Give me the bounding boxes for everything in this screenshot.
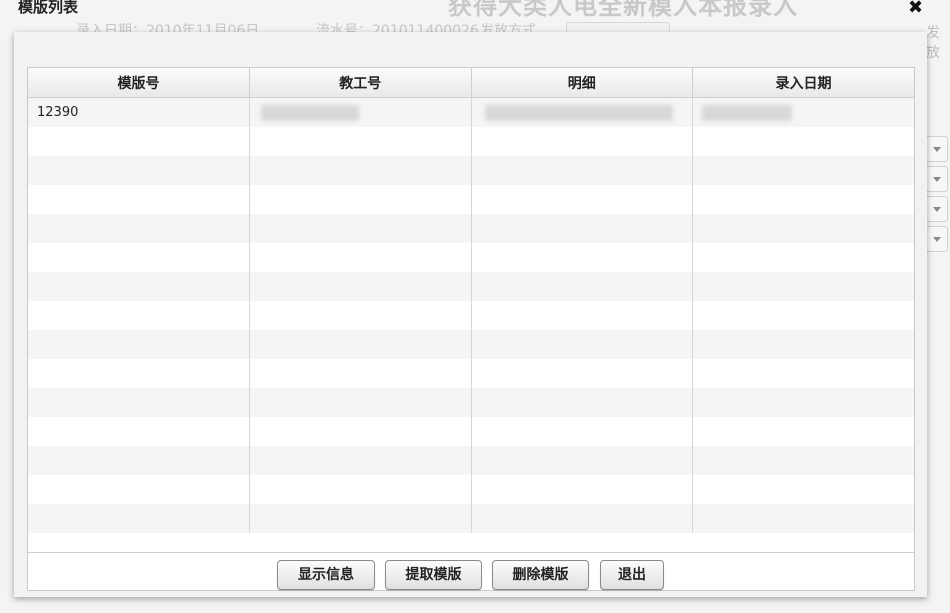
cell-staff-no [249, 214, 472, 243]
background-dropdown-3 [924, 196, 948, 222]
cell-staff-no [249, 127, 472, 156]
background-title: 获得大类人电全新模入本报录入 [448, 0, 798, 20]
column-header-entry-date[interactable]: 录入日期 [692, 68, 914, 98]
cell-template-no [28, 185, 250, 214]
cell-detail [471, 243, 693, 272]
cell-entry-date [693, 475, 915, 504]
template-table: 模版号 教工号 明细 录入日期 12390 [28, 68, 914, 533]
cell-entry-date [692, 446, 914, 475]
cell-staff-no [249, 301, 472, 330]
table-row-empty[interactable] [28, 359, 914, 388]
column-header-staff-no[interactable]: 教工号 [249, 68, 472, 98]
cell-entry-date [692, 97, 914, 127]
dialog-title: 模版列表 [18, 0, 79, 16]
table-row-empty[interactable] [28, 214, 914, 243]
cell-staff-no [249, 243, 472, 272]
cell-staff-no [249, 504, 472, 533]
background-dropdown-1 [924, 136, 948, 162]
table-row-empty[interactable] [28, 446, 914, 475]
cell-detail [471, 272, 693, 301]
cell-template-no [28, 359, 250, 388]
cell-detail [471, 156, 693, 185]
cell-staff-no [249, 359, 472, 388]
cell-template-no [28, 156, 250, 185]
cell-entry-date [693, 301, 915, 330]
background-divider [940, 55, 950, 85]
cell-detail [471, 97, 693, 127]
cell-detail [471, 301, 693, 330]
cell-staff-no [249, 156, 472, 185]
table-row-empty[interactable] [28, 127, 914, 156]
background-dropdown-4 [924, 226, 948, 252]
cell-detail [471, 475, 693, 504]
exit-button[interactable]: 退出 [600, 560, 664, 590]
template-grid: 模版号 教工号 明细 录入日期 12390 [28, 68, 914, 553]
table-row-empty[interactable] [28, 185, 914, 214]
cell-detail [471, 388, 693, 417]
table-row-empty[interactable] [28, 417, 914, 446]
extract-template-button[interactable]: 提取模版 [385, 560, 482, 590]
cell-detail [471, 504, 693, 533]
table-row-empty[interactable] [28, 243, 914, 272]
cell-template-no [28, 446, 250, 475]
table-row-empty[interactable] [28, 330, 914, 359]
cell-staff-no [249, 417, 472, 446]
cell-template-no [28, 417, 250, 446]
cell-template-no [28, 330, 250, 359]
cell-entry-date [692, 272, 914, 301]
cell-entry-date [692, 330, 914, 359]
table-row[interactable]: 12390 [28, 97, 914, 127]
cell-detail [471, 359, 693, 388]
cell-entry-date [693, 243, 915, 272]
cell-entry-date [693, 417, 915, 446]
show-info-button[interactable]: 显示信息 [277, 560, 375, 590]
cell-detail [471, 127, 693, 156]
cell-template-no [28, 475, 250, 504]
cell-detail [471, 446, 693, 475]
cell-staff-no [249, 388, 472, 417]
cell-detail [471, 330, 693, 359]
cell-template-no [28, 127, 250, 156]
cell-entry-date [693, 185, 915, 214]
table-row-empty[interactable] [28, 475, 914, 504]
cell-staff-no [249, 97, 472, 127]
cell-entry-date [692, 504, 914, 533]
cell-template-no [28, 243, 250, 272]
cell-staff-no [249, 272, 472, 301]
cell-detail [471, 417, 693, 446]
cell-entry-date [692, 214, 914, 243]
cell-entry-date [692, 388, 914, 417]
cell-entry-date [693, 127, 915, 156]
background-dropdown-2 [924, 166, 948, 192]
table-row-empty[interactable] [28, 388, 914, 417]
table-row-empty[interactable] [28, 272, 914, 301]
table-row-empty[interactable] [28, 156, 914, 185]
cell-template-no [28, 214, 250, 243]
table-row-empty[interactable] [28, 301, 914, 330]
cell-template-no [28, 388, 250, 417]
table-row-empty[interactable] [28, 504, 914, 533]
cell-template-no [28, 504, 250, 533]
close-icon[interactable]: ✖ [908, 0, 923, 17]
cell-detail [471, 185, 693, 214]
cell-template-no: 12390 [28, 97, 250, 127]
table-header-row: 模版号 教工号 明细 录入日期 [28, 68, 914, 98]
cell-staff-no [249, 446, 472, 475]
cell-template-no [28, 301, 250, 330]
cell-staff-no [249, 475, 472, 504]
table-body: 12390 [28, 97, 914, 533]
cell-detail [471, 214, 693, 243]
delete-template-button[interactable]: 删除模版 [492, 560, 589, 590]
cell-staff-no [249, 330, 472, 359]
cell-staff-no [249, 185, 472, 214]
cell-entry-date [693, 359, 915, 388]
column-header-detail[interactable]: 明细 [471, 68, 693, 98]
cell-entry-date [692, 156, 914, 185]
cell-template-no [28, 272, 250, 301]
column-header-template-no[interactable]: 模版号 [28, 68, 250, 98]
